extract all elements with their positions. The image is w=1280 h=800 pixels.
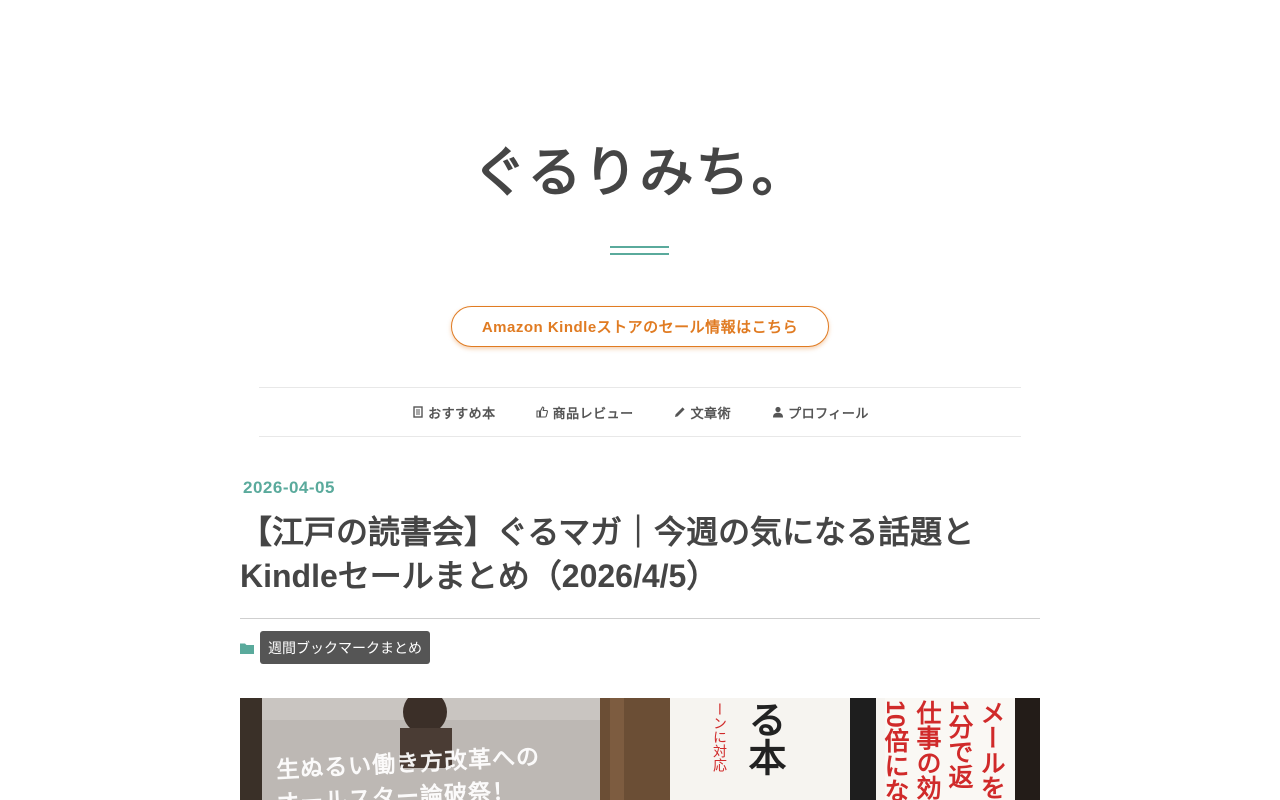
cover-text: る本 [742,700,784,776]
nav-item-label: おすすめ本 [428,405,496,421]
site-title[interactable]: ぐるりみち。 [0,128,1280,207]
book-icon [411,406,424,419]
title-divider-line [610,246,669,248]
title-divider-line [610,253,669,255]
nav-item-recommended-books[interactable]: おすすめ本 [411,403,496,422]
nav-item-label: 商品レビュー [552,405,634,421]
global-nav: おすすめ本 商品レビュー 文章術 プロフィール [259,387,1021,437]
nav-item-label: 文章術 [690,405,732,421]
hero-image: 生ぬるい働き方改革への オールスター論破祭！ ーンに対応 る本 メールを 1分で… [240,698,1040,800]
category-tag[interactable]: 週間ブックマークまとめ [260,631,430,664]
thumbs-up-icon [536,406,549,419]
cover-text: 10倍にな [881,700,909,800]
user-icon [771,406,784,419]
nav-item-product-reviews[interactable]: 商品レビュー [536,403,634,422]
nav-item-label: プロフィール [788,405,869,421]
post-category: 週間ブックマークまとめ [240,631,430,664]
post-title-divider [240,618,1040,619]
post-title: 【江戸の読書会】ぐるマガ｜今週の気になる話題とKindleセールまとめ（2026… [240,514,975,594]
nav-item-writing-tips[interactable]: 文章術 [674,403,732,422]
nav-item-profile[interactable]: プロフィール [771,403,869,422]
cover-text: ーンに対応 [712,702,728,772]
cover-text: メールを [977,700,1005,800]
kindle-sale-button[interactable]: Amazon Kindleストアのセール情報はこちら [451,306,829,347]
post-date: 2026-04-05 [243,478,335,497]
folder-icon [240,643,254,654]
cover-text: 仕事の効 [913,700,941,800]
pencil-icon [674,406,687,419]
cover-text: 1分で返 [945,700,973,789]
